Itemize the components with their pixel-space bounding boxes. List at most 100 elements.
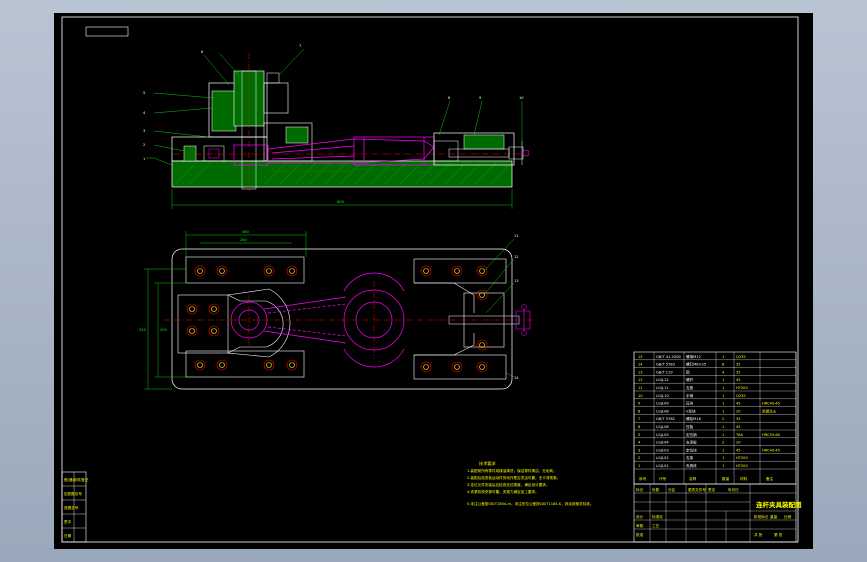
- title-block-field: 阶段标记: [754, 514, 769, 519]
- front-label-4: 4: [143, 111, 146, 115]
- bom-cell: 螺杆: [686, 377, 694, 382]
- bom-cell: HRC40-45: [762, 402, 780, 406]
- plan-label-14: 14: [514, 376, 519, 380]
- bom-cell: LGJJ-05: [656, 433, 669, 437]
- title-block-field: 重量: [770, 514, 778, 519]
- title-block-field: 更改文件号: [688, 487, 706, 492]
- bom-cell: 15: [638, 355, 643, 359]
- bom-cell: HT200: [736, 386, 748, 390]
- bom-cell: 压板: [686, 424, 694, 429]
- bom-cell: LGJJ-03: [656, 448, 669, 452]
- note-5: 5.未注公差按GB/T1804-m，未注形位公差按GB/T1184-K，其余按相…: [467, 501, 594, 506]
- bom-cell: 1: [722, 464, 724, 468]
- bom-cell: 35: [736, 417, 741, 421]
- bom-cell: LGJJ-10: [656, 394, 669, 398]
- bom-cell: 20: [736, 441, 741, 445]
- dim-top-width: 360: [242, 230, 250, 234]
- bom-cell: 14: [638, 363, 643, 367]
- bom-cell: 45: [736, 378, 741, 382]
- bom-cell: LGJJ-09: [656, 402, 669, 406]
- front-label-1: 1: [143, 157, 145, 161]
- bom-cell: 13: [638, 370, 643, 374]
- bom-cell: 定位块: [686, 447, 697, 452]
- title-block-field: 处数: [652, 487, 660, 492]
- front-label-2: 2: [143, 143, 145, 147]
- title-block-field: 批准: [636, 532, 644, 537]
- bom-cell: LGJJ-12: [656, 378, 669, 382]
- bom-cell: LGJJ-06: [656, 425, 669, 429]
- bom-cell: 45: [736, 402, 741, 406]
- title-block-field: 签名: [708, 487, 716, 492]
- bom-header-no: 序号: [639, 476, 647, 481]
- strip-field-3: 底图总号: [64, 505, 79, 510]
- front-label-6: 6: [201, 50, 204, 54]
- bom-cell: 4: [638, 441, 641, 445]
- bom-cell: 45: [736, 425, 741, 429]
- bom-cell: 6: [638, 425, 641, 429]
- bom-cell: 定位销: [686, 432, 697, 437]
- bom-cell: 螺母M12: [686, 354, 701, 359]
- bom-cell: Q235: [736, 355, 746, 359]
- bom-cell: 压块: [686, 401, 694, 406]
- bom-cell: 支座: [686, 385, 694, 390]
- strip-field-2: 旧底图总号: [64, 491, 82, 496]
- bom-cell: 1: [722, 402, 724, 406]
- title-block-field: 年月日: [728, 487, 739, 492]
- plan-label-12: 12: [514, 255, 519, 259]
- bom-cell: LGJJ-01: [656, 464, 669, 468]
- bom-cell: 1: [722, 456, 724, 460]
- bom-cell: 螺钉M8×25: [686, 362, 706, 367]
- bom-cell: 1: [722, 433, 724, 437]
- title-block-field: 设计: [636, 514, 644, 519]
- bom-cell: 4: [722, 370, 725, 374]
- note-2: 2.装配后检查各运动件的动作是否灵活可靠，无卡滞现象。: [467, 475, 560, 480]
- bom-cell: 螺栓M16: [686, 416, 702, 421]
- bom-cell: 3: [638, 448, 640, 452]
- bom-cell: HRC40-45: [762, 448, 780, 452]
- bom-cell: 2: [722, 441, 724, 445]
- bom-header-material: 材料: [740, 476, 748, 481]
- front-label-9: 9: [479, 96, 482, 100]
- note-4: 4.夹紧机构夹紧可靠，夹紧力满足加工要求。: [467, 489, 539, 494]
- bom-cell: 支架: [686, 455, 694, 460]
- bom-cell: 7: [638, 417, 640, 421]
- drawing-title: 连杆夹具装配图: [756, 500, 802, 509]
- strip-field-5: 日期: [64, 533, 72, 538]
- front-section-view: 800 1 2 3 4 5 6 7 8 9 10: [143, 44, 530, 209]
- fixture-assembly-drawing: 借(通)用件登记 旧底图总号 底图总号 签字 日期 800 1 2 3 4 5 …: [61, 16, 802, 543]
- bom-cell: GB/T 119: [656, 370, 673, 374]
- bom-cell: LGJJ-11: [656, 386, 669, 390]
- bom-cell: GB/T 41-2000: [656, 355, 682, 359]
- technical-notes: 技术要求 1.装配前所有零件用煤油清洗，保证零件清洁、无毛刺。 2.装配后检查各…: [467, 460, 594, 506]
- bom-cell: 支承板: [686, 440, 697, 445]
- front-label-5: 5: [143, 91, 145, 95]
- note-1: 1.装配前所有零件用煤油清洗，保证零件清洁、无毛刺。: [467, 468, 557, 473]
- bom-cell: 2: [638, 456, 640, 460]
- bom-cell: 12: [638, 378, 643, 382]
- front-label-7: 7: [299, 44, 301, 48]
- bom-cell: 1: [722, 394, 724, 398]
- plan-label-13: 13: [514, 279, 519, 283]
- bom-cell: 1: [722, 386, 724, 390]
- bom-header-qty: 数量: [722, 476, 730, 481]
- bom-cell: 5: [638, 433, 640, 437]
- title-block-field: 共 张: [754, 532, 763, 537]
- bom-cell: 8: [638, 409, 641, 413]
- dim-side-height: 320: [139, 328, 147, 332]
- dim-overall-length: 800: [337, 200, 345, 204]
- bom-cell: 1: [722, 409, 724, 413]
- bom-cell: HRC55-60: [762, 433, 781, 437]
- bom-cell: T8A: [735, 433, 743, 437]
- title-block-field: 第 张: [774, 532, 783, 537]
- bom-cell: HT200: [736, 456, 748, 460]
- dim-inner-height: 290: [160, 328, 168, 332]
- bom-cell: 渗碳淬火: [762, 408, 777, 413]
- bom-cell: 8: [722, 363, 725, 367]
- title-block-field: 标准化: [652, 514, 663, 519]
- bom-cell: LGJJ-04: [656, 441, 669, 445]
- plan-label-11: 11: [514, 234, 519, 238]
- left-filing-strip: 借(通)用件登记 旧底图总号 底图总号 签字 日期: [61, 471, 89, 543]
- title-block-field: 工艺: [652, 523, 660, 528]
- bom-header-name: 名称: [689, 476, 697, 481]
- strip-field-1: 借(通)用件登记: [64, 477, 89, 482]
